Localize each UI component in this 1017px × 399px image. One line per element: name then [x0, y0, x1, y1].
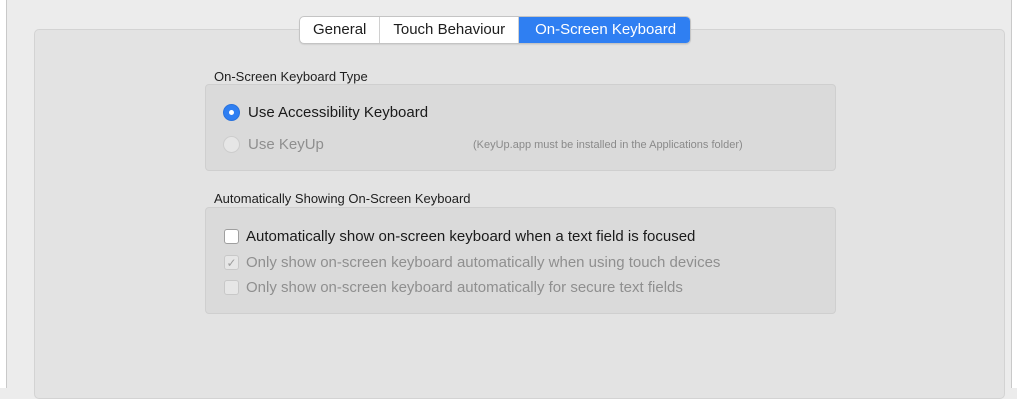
tab-general[interactable]: General — [300, 17, 381, 43]
window-frame-right — [1011, 0, 1017, 388]
keyup-install-note: (KeyUp.app must be installed in the Appl… — [473, 139, 743, 151]
auto-show-focused-checkbox[interactable] — [224, 229, 239, 244]
accessibility-keyboard-radio[interactable] — [223, 104, 240, 121]
secure-fields-only-checkbox — [224, 280, 239, 295]
keyup-radio-row: Use KeyUp — [223, 136, 324, 153]
touch-devices-only-checkbox: ✓ — [224, 255, 239, 270]
accessibility-keyboard-label: Use Accessibility Keyboard — [248, 104, 429, 121]
keyboard-type-section-title: On-Screen Keyboard Type — [214, 69, 368, 84]
accessibility-keyboard-radio-row[interactable]: Use Accessibility Keyboard — [223, 104, 428, 121]
keyboard-type-group-box — [205, 84, 836, 171]
keyup-radio — [223, 136, 240, 153]
window-frame-left — [0, 0, 7, 388]
tab-bar: General Touch Behaviour On-Screen Keyboa… — [299, 16, 692, 44]
tab-touch-behaviour[interactable]: Touch Behaviour — [380, 17, 520, 43]
touch-devices-only-row: ✓ Only show on-screen keyboard automatic… — [224, 254, 720, 271]
keyup-label: Use KeyUp — [248, 136, 324, 153]
auto-show-focused-label: Automatically show on-screen keyboard wh… — [246, 228, 696, 245]
secure-fields-only-row: Only show on-screen keyboard automatical… — [224, 279, 683, 296]
touch-devices-only-label: Only show on-screen keyboard automatical… — [246, 254, 721, 271]
auto-show-focused-row[interactable]: Automatically show on-screen keyboard wh… — [224, 228, 695, 245]
tab-on-screen-keyboard[interactable]: On-Screen Keyboard — [519, 17, 691, 43]
secure-fields-only-label: Only show on-screen keyboard automatical… — [246, 279, 683, 296]
auto-show-section-title: Automatically Showing On-Screen Keyboard — [214, 191, 471, 206]
